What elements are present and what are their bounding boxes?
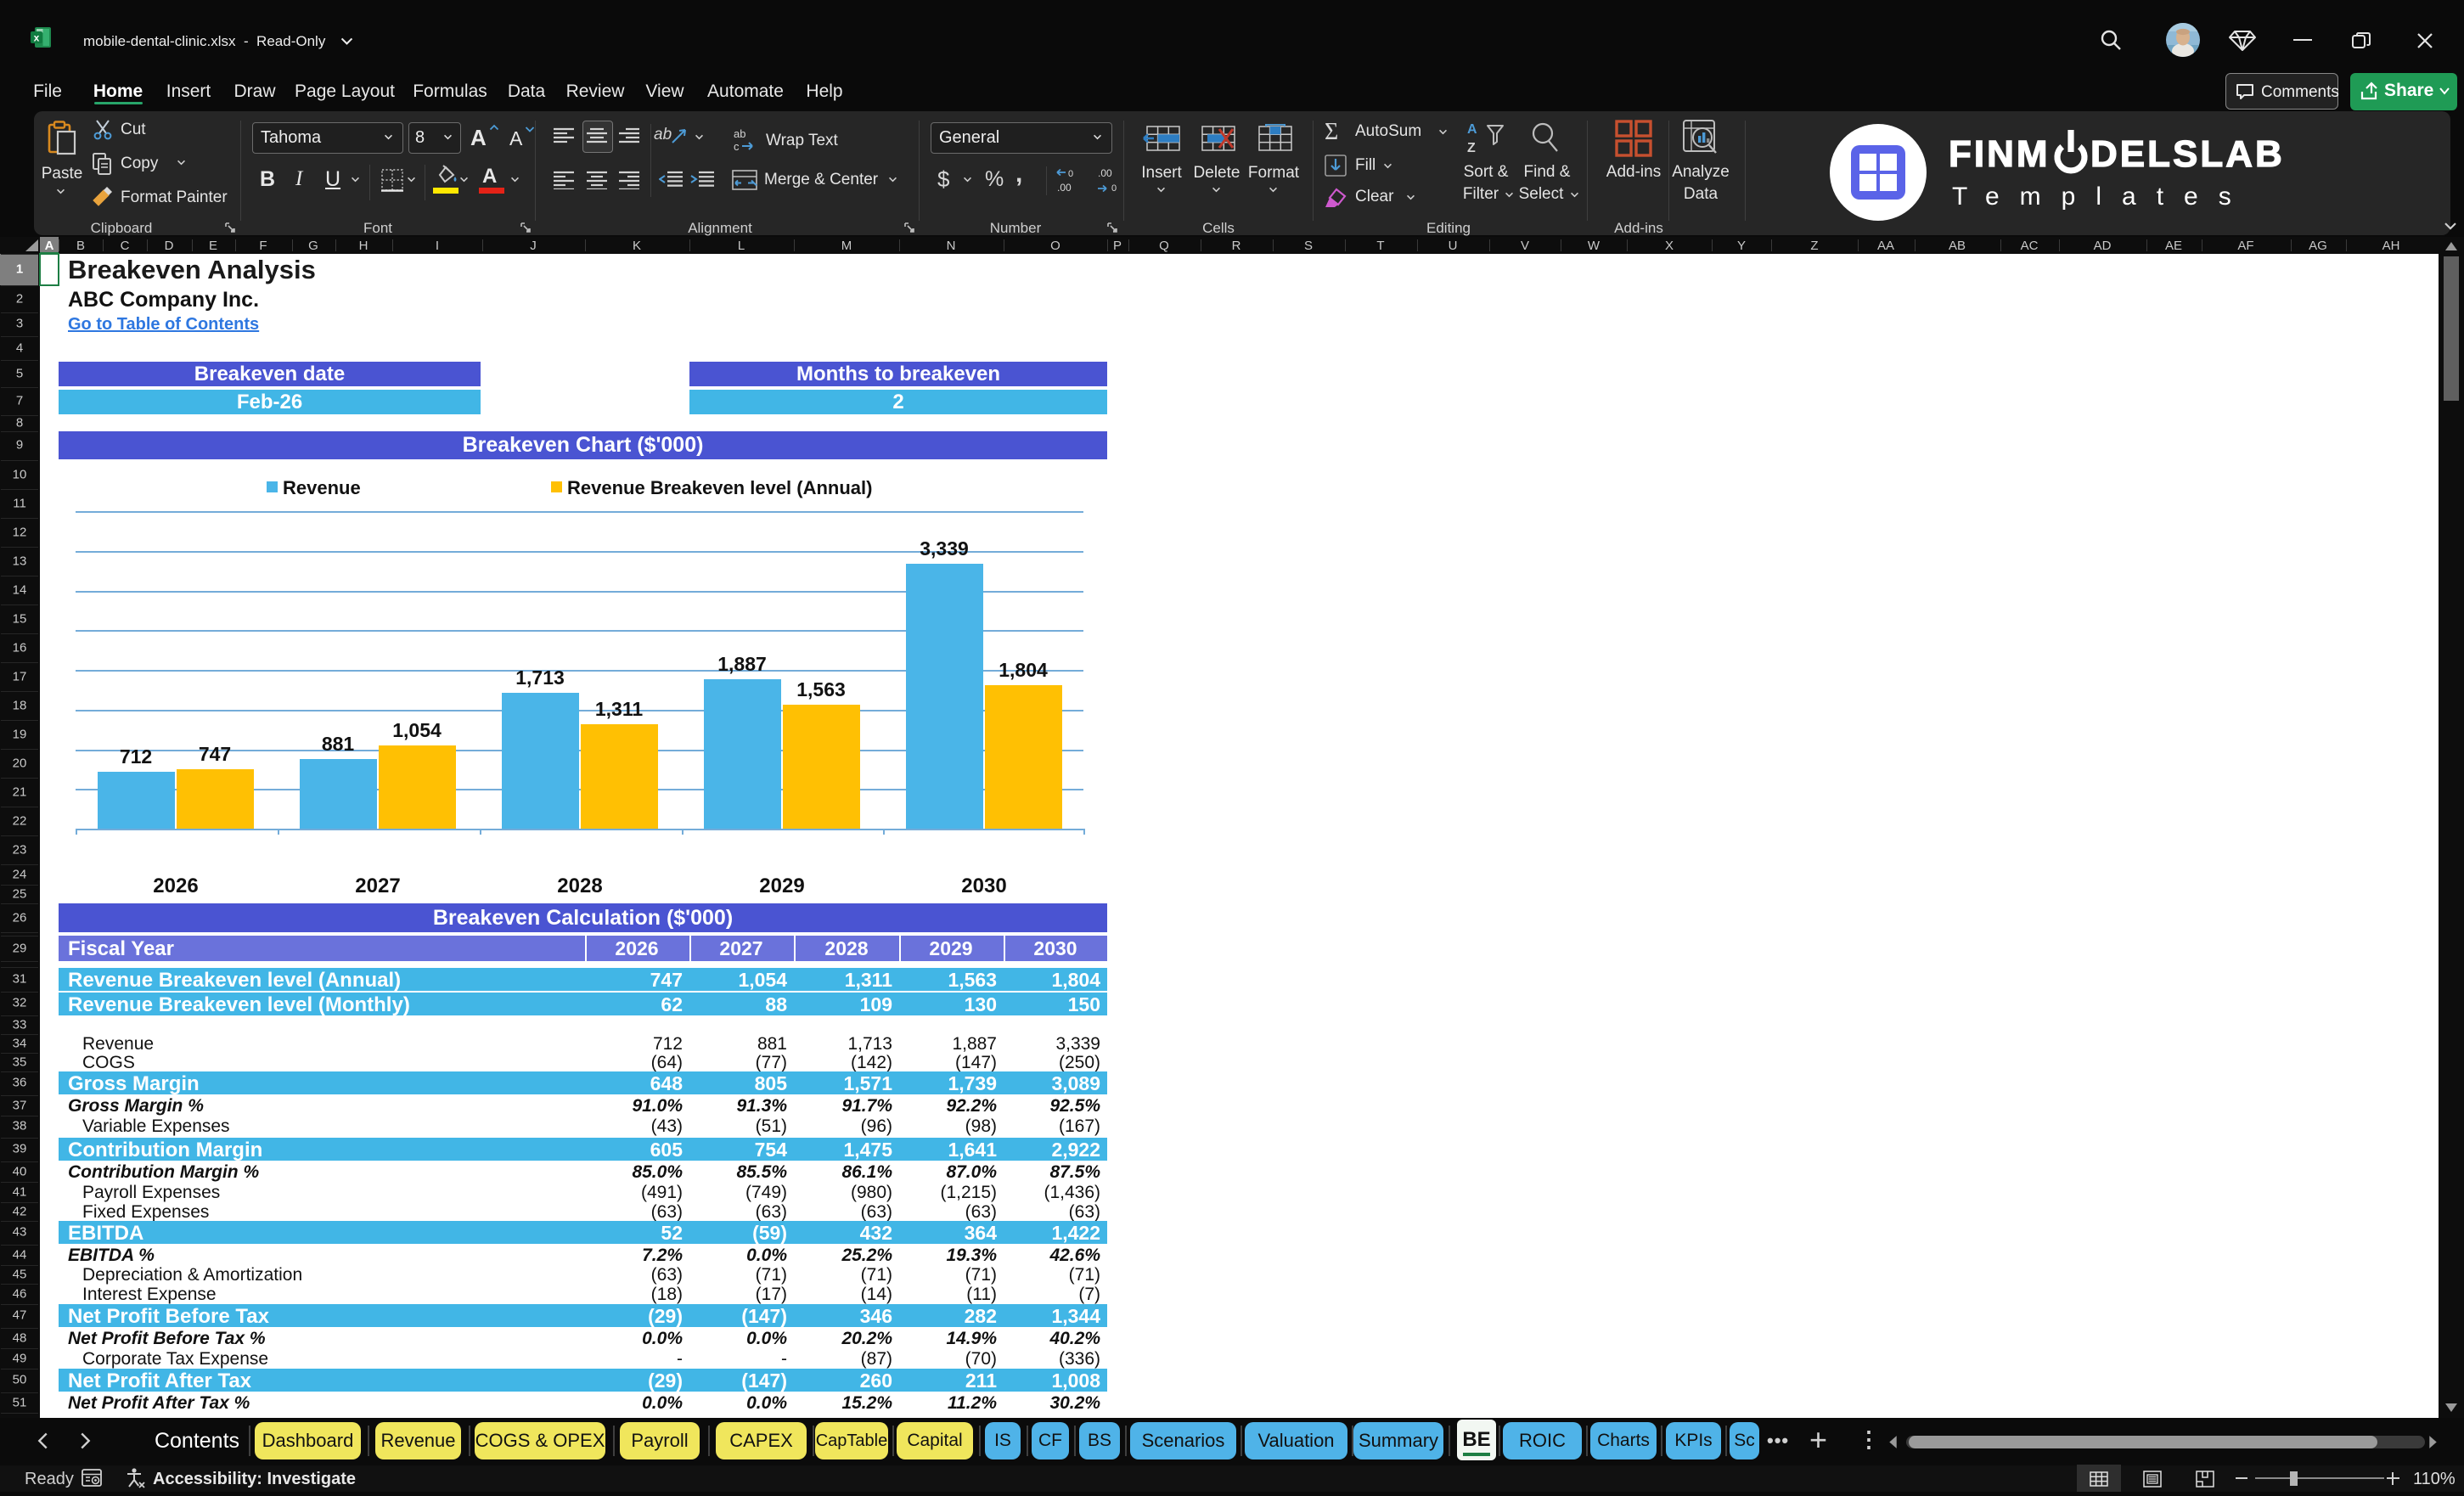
svg-text:0: 0 <box>1068 169 1073 179</box>
svg-text:Z: Z <box>1467 141 1476 155</box>
svg-text:0: 0 <box>1111 183 1117 194</box>
svg-text:.00: .00 <box>1098 168 1112 179</box>
svg-text:ab: ab <box>734 127 745 140</box>
svg-text:A: A <box>1467 122 1477 137</box>
svg-text:c: c <box>734 140 740 153</box>
svg-text:x: x <box>34 32 40 44</box>
svg-text:.00: .00 <box>1057 182 1072 194</box>
